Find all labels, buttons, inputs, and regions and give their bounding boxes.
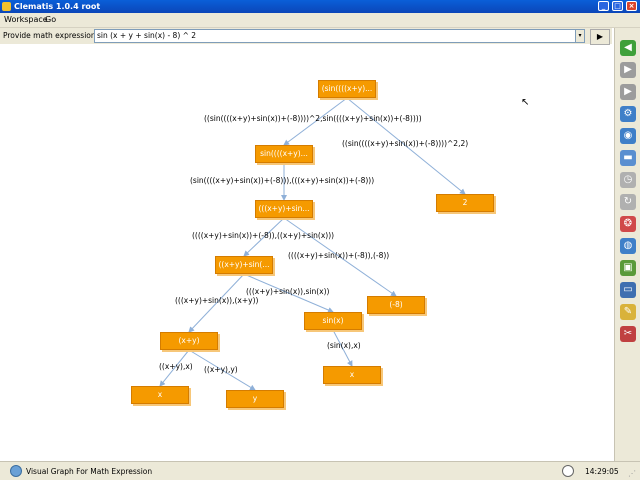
menu-bar: Workspace Go <box>0 13 640 28</box>
image-icon[interactable]: ▣ <box>620 260 636 276</box>
status-text: Visual Graph For Math Expression <box>26 467 153 476</box>
graph-node[interactable]: (x+y) <box>160 332 218 350</box>
run-button[interactable]: ▶ <box>590 29 610 45</box>
gray-arrow-icon[interactable]: ▶ <box>620 84 636 100</box>
expression-bar: Provide math expression here: sin (x + y… <box>0 28 612 45</box>
graph-node[interactable]: ((x+y)+sin(... <box>215 256 273 274</box>
resize-grip-icon[interactable]: ⋰ <box>628 469 636 478</box>
globe-icon[interactable]: ◉ <box>620 128 636 144</box>
edge-label: ((((x+y)+sin(x))+(-8)),((x+y)+sin(x))) <box>192 231 335 240</box>
edge-label: (((x+y)+sin(x)),(x+y)) <box>175 296 259 305</box>
graph-node[interactable]: (-8) <box>367 296 425 314</box>
pencil-icon[interactable]: ✎ <box>620 304 636 320</box>
disk-icon[interactable]: ▬ <box>620 150 636 166</box>
graph-node[interactable]: 2 <box>436 194 494 212</box>
edge-label: ((sin((((x+y)+sin(x))+(-8))))^2,2) <box>342 139 469 148</box>
network-icon[interactable]: ⚙ <box>620 106 636 122</box>
edge-label: ((x+y),x) <box>159 362 193 371</box>
edge-label: ((x+y),y) <box>204 365 238 374</box>
close-button[interactable]: × <box>626 1 637 11</box>
graph-node[interactable]: x <box>323 366 381 384</box>
edge-label: (((x+y)+sin(x)),sin(x)) <box>246 287 330 296</box>
edge-label: ((((x+y)+sin(x))+(-8)),(-8)) <box>288 251 390 260</box>
status-bar: Visual Graph For Math Expression 14:29:0… <box>0 461 640 480</box>
title-bar: Clematis 1.0.4 root _ □ × <box>0 0 640 13</box>
graph-canvas[interactable]: ↖ (sin((((x+y)... sin((((x+y)... 2 (((x+y)+… <box>0 45 612 461</box>
graph-node[interactable]: y <box>226 390 284 408</box>
expression-input[interactable]: sin (x + y + sin(x) - 8) ^ 2 <box>94 29 576 43</box>
window-title: Clematis 1.0.4 root <box>14 2 101 11</box>
minimize-button[interactable]: _ <box>598 1 609 11</box>
clock-icon[interactable]: ◷ <box>620 172 636 188</box>
status-globe-icon <box>10 465 22 477</box>
edge-label: ((sin((((x+y)+sin(x))+(-8))))^2,sin((((x… <box>204 114 422 123</box>
clock-icon <box>562 465 574 477</box>
app-icon <box>2 2 11 11</box>
edge-label: (sin((((x+y)+sin(x))+(-8))),(((x+y)+sin(… <box>190 176 375 185</box>
window-icon[interactable]: ▭ <box>620 282 636 298</box>
menu-go[interactable]: Go <box>45 15 56 24</box>
edge-label: (sin(x),x) <box>327 341 361 350</box>
back-arrow-icon[interactable]: ◀ <box>620 40 636 56</box>
menu-workspace[interactable]: Workspace <box>4 15 48 24</box>
expression-dropdown-button[interactable]: ▾ <box>575 29 585 43</box>
refresh-icon[interactable]: ↻ <box>620 194 636 210</box>
mouse-cursor-icon: ↖ <box>521 97 530 108</box>
maximize-button[interactable]: □ <box>612 1 623 11</box>
graph-node[interactable]: sin((((x+y)... <box>255 145 313 163</box>
color-wheel-icon[interactable]: ❂ <box>620 216 636 232</box>
right-toolbar: ◀ ▶ ▶ ⚙ ◉ ▬ ◷ ↻ ❂ ◍ ▣ ▭ ✎ ✂ <box>614 28 640 461</box>
tools-icon[interactable]: ✂ <box>620 326 636 342</box>
status-time: 14:29:05 <box>585 467 619 476</box>
graph-node[interactable]: x <box>131 386 189 404</box>
graph-node[interactable]: sin(x) <box>304 312 362 330</box>
graph-node[interactable]: (sin((((x+y)... <box>318 80 376 98</box>
forward-arrow-icon[interactable]: ▶ <box>620 62 636 78</box>
graph-node[interactable]: (((x+y)+sin... <box>255 200 313 218</box>
world-icon[interactable]: ◍ <box>620 238 636 254</box>
